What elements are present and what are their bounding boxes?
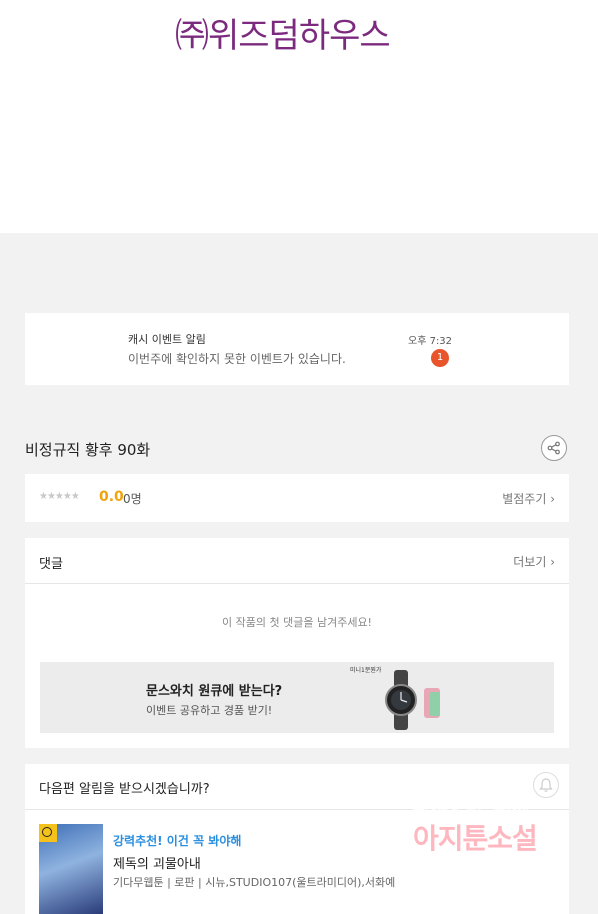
next-episode-card: 다음편 알림을 받으시겠습니까? 강력추천! 이건 꼭 봐야해 제독의 괴물아내…	[25, 764, 569, 914]
rating-stars: ★★★★★	[39, 491, 80, 502]
episode-title: 비정규직 황후 90화	[25, 441, 151, 459]
notification-time: 오후 7:32	[408, 336, 453, 347]
rating-count: 0명	[123, 492, 142, 506]
watch-image	[385, 670, 440, 730]
banner-subtitle: 이벤트 공유하고 경품 받기!	[146, 704, 273, 717]
logo-area: ㈜위즈덤하우스	[0, 0, 598, 233]
share-icon	[547, 441, 560, 455]
comments-empty-message: 이 작품의 첫 댓글을 남겨주세요!	[222, 616, 372, 629]
banner-tag: 미니1분뭔가	[350, 667, 382, 674]
rating-card: ★★★★★ 0.0 0명 별점주기 ›	[25, 474, 569, 522]
bell-button[interactable]	[533, 772, 559, 798]
publisher-logo: ㈜위즈덤하우스	[175, 16, 391, 56]
recommend-label: 강력추천! 이건 꼭 봐야해	[113, 834, 242, 848]
next-episode-question: 다음편 알림을 받으시겠습니까?	[39, 782, 210, 797]
share-button[interactable]	[541, 435, 567, 461]
rating-value: 0.0	[99, 489, 124, 505]
notification-message: 이번주에 확인하지 못한 이벤트가 있습니다.	[128, 352, 346, 366]
comments-header: 댓글 더보기 ›	[25, 538, 569, 584]
comments-card: 댓글 더보기 › 이 작품의 첫 댓글을 남겨주세요! 문스와치 원큐에 받는다…	[25, 538, 569, 748]
book-thumbnail[interactable]	[39, 824, 103, 914]
bell-icon	[539, 778, 553, 792]
notification-badge: 1	[431, 349, 449, 367]
cash-event-notification[interactable]: 캐시 이벤트 알림 이번주에 확인하지 못한 이벤트가 있습니다. 오후 7:3…	[25, 313, 569, 385]
wait-free-clock-icon	[39, 824, 57, 842]
rate-button[interactable]: 별점주기 ›	[502, 490, 555, 507]
book-meta: 기다무웹툰 | 로판 | 시뉴,STUDIO107(울트라미디어),서화예	[113, 876, 396, 889]
notification-title: 캐시 이벤트 알림	[128, 333, 206, 346]
comments-more-link[interactable]: 더보기 ›	[513, 553, 555, 570]
banner-title: 문스와치 원큐에 받는다?	[146, 684, 283, 699]
comments-title: 댓글	[39, 557, 63, 572]
book-title[interactable]: 제독의 괴물아내	[113, 853, 201, 872]
event-banner[interactable]: 문스와치 원큐에 받는다? 이벤트 공유하고 경품 받기! 미니1분뭔가	[40, 662, 554, 733]
next-episode-header: 다음편 알림을 받으시겠습니까?	[25, 764, 569, 810]
